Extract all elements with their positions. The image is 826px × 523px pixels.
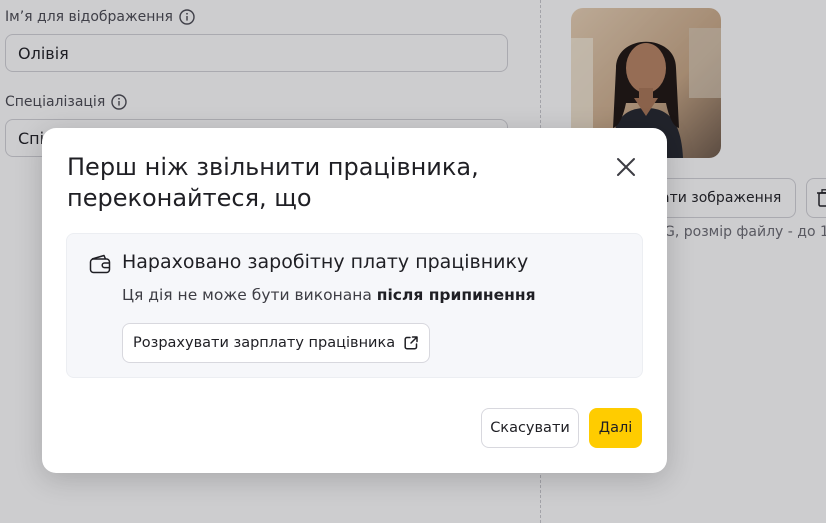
external-link-icon [404,336,418,350]
description-text: Ця дія не може бути виконана [122,286,372,304]
close-button[interactable] [614,155,638,179]
description-emphasis: після припинення [376,286,536,304]
close-icon [617,158,635,176]
cancel-button[interactable]: Скасувати [481,408,579,448]
wallet-icon [89,254,111,274]
calculate-salary-button[interactable]: Розрахувати зарплату працівника [122,323,431,363]
payroll-checklist-item: Нараховано заробітну плату працівнику Ця… [66,233,643,378]
dialog-title: Перш ніж звільнити працівника, переконай… [67,153,479,212]
checklist-item-description: Ця дія не може бути виконана після припи… [122,286,536,304]
checklist-item-title: Нараховано заробітну плату працівнику [122,251,529,273]
next-button[interactable]: Далі [589,408,642,448]
calculate-salary-label: Розрахувати зарплату працівника [133,335,396,351]
terminate-employee-dialog: Перш ніж звільнити працівника, переконай… [42,128,667,473]
